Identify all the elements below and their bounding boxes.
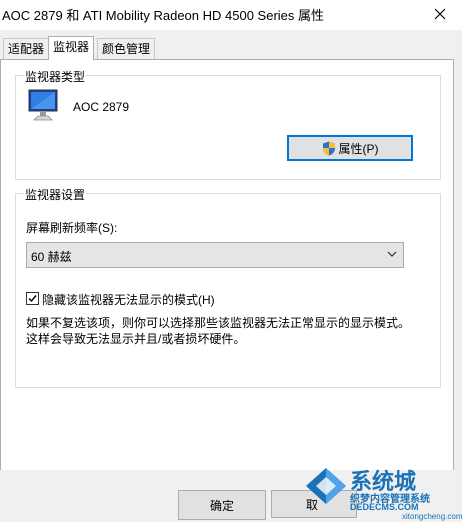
monitor-type-group: 监视器类型 AOC 2879 属性(P) [15,68,441,180]
tab-bar: 适配器 监视器 颜色管理 [0,36,462,60]
monitor-properties-label: 属性(P) [338,141,379,156]
window-title: AOC 2879 和 ATI Mobility Radeon HD 4500 S… [2,8,325,23]
title-bar: AOC 2879 和 ATI Mobility Radeon HD 4500 S… [0,0,462,30]
refresh-rate-select[interactable]: 60 赫兹 [26,242,404,268]
tab-adapter[interactable]: 适配器 [3,38,50,59]
tab-color-management[interactable]: 颜色管理 [97,38,156,59]
ok-button-label: 确定 [209,498,234,513]
chevron-down-icon [387,251,397,257]
tab-monitor[interactable]: 监视器 [48,36,95,60]
refresh-rate-value: 60 赫兹 [31,250,72,264]
watermark-logo-icon [306,468,346,504]
description-line-2: 这样会导致无法显示并且/或者损坏硬件。 [26,332,246,346]
hide-modes-description: 如果不复选该项，则你可以选择那些该监视器无法正常显示的显示模式。 这样会导致无法… [26,315,410,347]
monitor-settings-group: 监视器设置 屏幕刷新频率(S): 60 赫兹 隐藏该监视器无法显示的模式(H) … [15,186,441,388]
ok-button[interactable]: 确定 [178,490,266,520]
site-watermark: 系统城 织梦内容管理系统 DEDECMS.COM xitongcheng.com [302,462,462,522]
hide-modes-checkbox[interactable] [26,292,39,305]
monitor-properties-button[interactable]: 属性(P) [287,135,413,161]
monitor-icon [28,89,58,121]
monitor-name: AOC 2879 [73,100,130,114]
monitor-type-legend: 监视器类型 [24,68,87,85]
uac-shield-icon [322,141,335,155]
description-line-1: 如果不复选该项，则你可以选择那些该监视器无法正常显示的显示模式。 [26,316,411,330]
close-icon [434,8,446,20]
hide-modes-label[interactable]: 隐藏该监视器无法显示的模式(H) [42,291,215,308]
refresh-rate-label: 屏幕刷新频率(S): [26,221,118,235]
monitor-tab-panel: 监视器类型 AOC 2879 属性(P) 监视器设置 屏幕刷新频率(S): 60… [0,59,454,471]
checkmark-icon [28,295,37,303]
watermark-site2: DEDECMS.COM [350,502,419,512]
monitor-settings-legend: 监视器设置 [24,186,87,203]
close-button[interactable] [426,2,454,26]
watermark-site3: xitongcheng.com [402,512,462,521]
